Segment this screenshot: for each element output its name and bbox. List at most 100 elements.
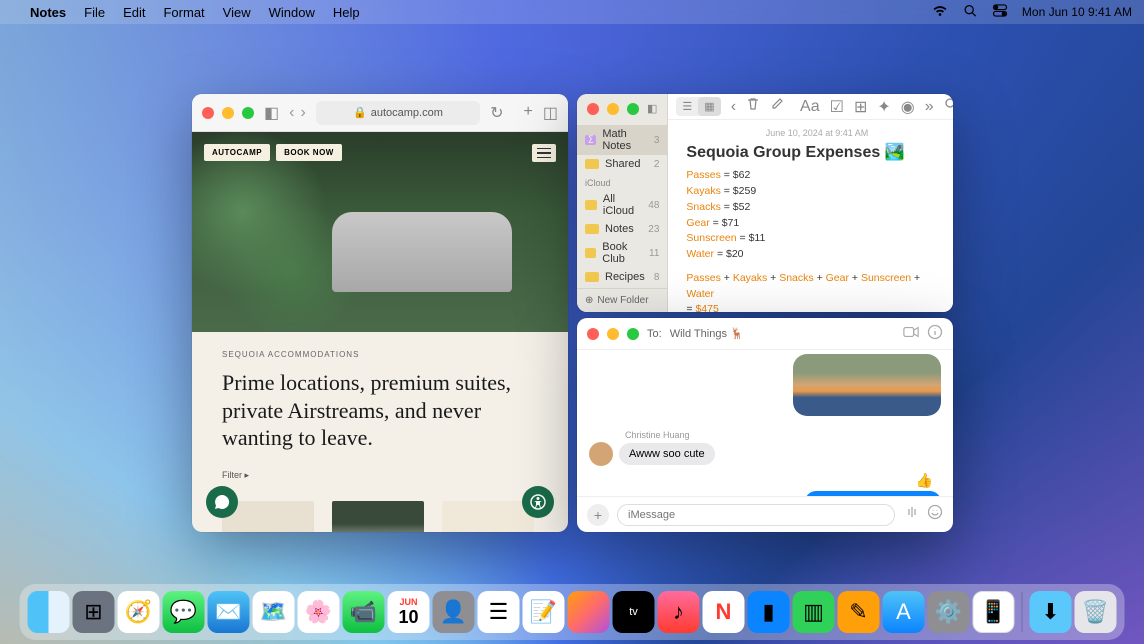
dock-facetime[interactable]: 📹 xyxy=(343,591,385,633)
folder-recipes[interactable]: Recipes8 xyxy=(577,268,667,286)
dock-messages[interactable]: 💬 xyxy=(163,591,205,633)
sidebar-toggle-icon[interactable]: ◧ xyxy=(264,103,279,123)
spotlight-icon[interactable] xyxy=(962,4,978,20)
search-icon[interactable] xyxy=(944,97,953,116)
folder-label: Recipes xyxy=(605,271,645,283)
back-icon[interactable]: ‹ xyxy=(731,98,736,116)
dock-launchpad[interactable]: ⊞ xyxy=(73,591,115,633)
avatar[interactable] xyxy=(589,442,613,466)
notes-toolbar: ☰▦ ‹ Aa ☑ ⊞ ✦ ◉ » xyxy=(668,94,953,120)
dock-maps[interactable]: 🗺️ xyxy=(253,591,295,633)
emoji-icon[interactable] xyxy=(927,504,943,525)
sidebar-toggle-icon[interactable]: ◧ xyxy=(647,102,657,115)
menu-view[interactable]: View xyxy=(223,5,251,20)
folder-count: 3 xyxy=(654,135,660,146)
reload-icon[interactable]: ↻ xyxy=(490,103,503,123)
folder-book-club[interactable]: Book Club11 xyxy=(577,238,667,268)
cal-day: 10 xyxy=(398,607,418,628)
media-icon[interactable]: ◉ xyxy=(901,97,915,117)
facetime-video-icon[interactable] xyxy=(903,324,919,343)
tabs-icon[interactable]: ◫ xyxy=(543,103,558,123)
dock-reminders[interactable]: ☰ xyxy=(478,591,520,633)
expense-key: Passes xyxy=(686,169,720,181)
info-icon[interactable] xyxy=(927,324,943,343)
dock-trash[interactable]: 🗑️ xyxy=(1075,591,1117,633)
menu-format[interactable]: Format xyxy=(163,5,204,20)
dock-settings[interactable]: ⚙️ xyxy=(928,591,970,633)
wifi-icon[interactable] xyxy=(932,4,948,20)
app-menu[interactable]: Notes xyxy=(30,5,66,20)
dock-freeform[interactable] xyxy=(568,591,610,633)
dock-contacts[interactable]: 👤 xyxy=(433,591,475,633)
menubar-datetime[interactable]: Mon Jun 10 9:41 AM xyxy=(1022,5,1132,19)
list-view-icon[interactable]: ☰ xyxy=(676,97,698,116)
accessibility-fab[interactable] xyxy=(522,486,554,518)
dock-mail[interactable]: ✉️ xyxy=(208,591,250,633)
hamburger-menu[interactable] xyxy=(532,144,556,162)
menu-file[interactable]: File xyxy=(84,5,105,20)
window-controls[interactable] xyxy=(587,103,639,115)
table-icon[interactable]: ⊞ xyxy=(854,97,867,117)
more-icon[interactable]: » xyxy=(925,98,934,116)
folder-notes[interactable]: Notes23 xyxy=(577,220,667,238)
chat-fab[interactable] xyxy=(206,486,238,518)
new-tab-icon[interactable]: + xyxy=(524,103,533,123)
trash-icon[interactable] xyxy=(746,97,760,116)
folder-icon xyxy=(585,248,596,258)
incoming-message[interactable]: Awww soo cute xyxy=(619,443,715,465)
note-editor[interactable]: June 10, 2024 at 9:41 AM Sequoia Group E… xyxy=(668,120,953,312)
tapback-reaction[interactable]: 👍 xyxy=(916,472,933,489)
note-title: Sequoia Group Expenses 🏞️ xyxy=(686,142,947,162)
dock-safari[interactable]: 🧭 xyxy=(118,591,160,633)
folder-all-icloud[interactable]: All iCloud48 xyxy=(577,190,667,220)
dock-music[interactable]: ♪ xyxy=(658,591,700,633)
message-input[interactable] xyxy=(617,504,895,526)
menu-help[interactable]: Help xyxy=(333,5,360,20)
window-controls[interactable] xyxy=(202,107,254,119)
dock-news[interactable]: N xyxy=(703,591,745,633)
notes-sidebar: ◧ Math Notes3 Shared2 iCloud All iCloud4… xyxy=(577,94,668,312)
back-button[interactable]: ‹ xyxy=(289,104,294,122)
accommodation-thumb[interactable] xyxy=(442,501,534,533)
dock-keynote[interactable]: ▮ xyxy=(748,591,790,633)
view-segmented-control[interactable]: ☰▦ xyxy=(676,97,720,116)
menu-window[interactable]: Window xyxy=(269,5,315,20)
window-controls[interactable] xyxy=(587,328,639,340)
folder-shared[interactable]: Shared2 xyxy=(577,155,667,173)
folder-label: Math Notes xyxy=(602,128,648,152)
dock-downloads[interactable]: ⬇ xyxy=(1030,591,1072,633)
grid-view-icon[interactable]: ▦ xyxy=(698,97,720,116)
cal-month: JUN xyxy=(399,597,417,607)
accommodation-thumb[interactable] xyxy=(332,501,424,533)
book-now-button[interactable]: BOOK NOW xyxy=(276,144,342,161)
new-folder-button[interactable]: ⊕New Folder xyxy=(577,288,667,312)
site-logo[interactable]: AUTOCAMP xyxy=(204,144,270,161)
link-icon[interactable]: ✦ xyxy=(877,97,890,117)
to-label: To: xyxy=(647,328,662,340)
image-attachment[interactable] xyxy=(793,354,941,416)
dock-photos[interactable]: 🌸 xyxy=(298,591,340,633)
dock-tv[interactable]: tv xyxy=(613,591,655,633)
outgoing-message[interactable]: Is anyone bringing film? xyxy=(805,491,941,496)
compose-icon[interactable] xyxy=(770,97,784,116)
menu-edit[interactable]: Edit xyxy=(123,5,145,20)
dock-iphone-mirroring[interactable]: 📱 xyxy=(973,591,1015,633)
attach-button[interactable]: + xyxy=(587,504,609,526)
format-icon[interactable]: Aa xyxy=(800,98,820,116)
audio-message-icon[interactable] xyxy=(903,504,919,525)
folder-icon xyxy=(585,200,597,210)
forward-button[interactable]: › xyxy=(300,104,305,122)
folder-math-notes[interactable]: Math Notes 3 xyxy=(577,125,667,155)
control-center-icon[interactable] xyxy=(992,4,1008,20)
checklist-icon[interactable]: ☑ xyxy=(830,97,844,117)
address-bar[interactable]: 🔒autocamp.com xyxy=(316,101,480,125)
dock-pages[interactable]: ✎ xyxy=(838,591,880,633)
dock-numbers[interactable]: ▥ xyxy=(793,591,835,633)
to-field[interactable]: Wild Things 🦌 xyxy=(670,327,895,340)
dock-app-store[interactable]: A xyxy=(883,591,925,633)
safari-toolbar: ◧ ‹ › 🔒autocamp.com ↻ + ◫ xyxy=(192,94,568,132)
filter-toggle[interactable]: Filter ▸ xyxy=(222,470,538,481)
dock-calendar[interactable]: JUN10 xyxy=(388,591,430,633)
dock-notes[interactable]: 📝 xyxy=(523,591,565,633)
dock-finder[interactable] xyxy=(28,591,70,633)
